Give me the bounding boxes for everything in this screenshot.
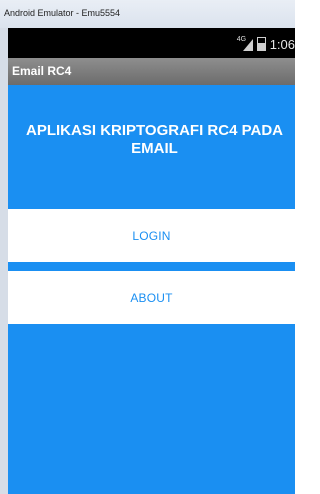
status-time: 1:06 bbox=[269, 36, 295, 52]
page-heading: APLIKASI KRIPTOGRAFI RC4 PADA EMAIL bbox=[8, 122, 295, 158]
device-screen: 4G 1:06 Email RC4 APLIKASI KRIPTOGRAFI R… bbox=[8, 28, 295, 494]
login-button[interactable]: LOGIN bbox=[8, 209, 295, 262]
signal-icon: 4G bbox=[237, 36, 253, 51]
login-label: LOGIN bbox=[132, 228, 171, 243]
main-content: APLIKASI KRIPTOGRAFI RC4 PADA EMAIL LOGI… bbox=[8, 85, 295, 494]
status-bar: 4G 1:06 bbox=[8, 28, 295, 58]
window-frame-left bbox=[0, 28, 8, 494]
about-button[interactable]: ABOUT bbox=[8, 271, 295, 324]
battery-icon bbox=[256, 37, 266, 51]
heading-line-1: APLIKASI KRIPTOGRAFI RC4 PADA bbox=[26, 122, 283, 139]
status-right: 4G 1:06 bbox=[237, 36, 295, 52]
app-title: Email RC4 bbox=[12, 64, 72, 78]
window-title: Android Emulator - Emu5554 bbox=[0, 0, 295, 28]
heading-line-2: EMAIL bbox=[131, 140, 178, 157]
emulator-window: Android Emulator - Emu5554 4G 1:06 Email… bbox=[0, 0, 295, 494]
action-bar: Email RC4 bbox=[8, 58, 295, 85]
about-label: ABOUT bbox=[130, 290, 173, 305]
